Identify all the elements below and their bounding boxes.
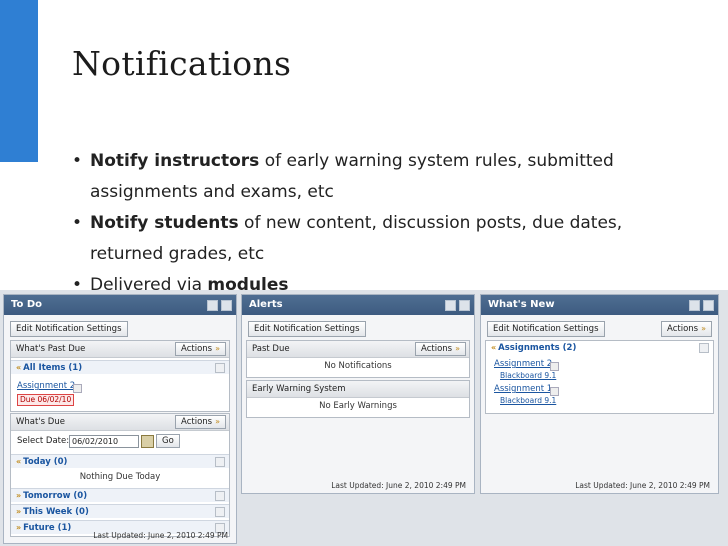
expand-icon: » xyxy=(16,507,22,516)
past-due-box: What's Past Due Actions» «All Items (1) … xyxy=(10,340,230,412)
alerts-module: Alerts Edit Notification Settings Past D… xyxy=(241,294,475,494)
actions-label: Actions xyxy=(181,417,213,427)
group-this-week[interactable]: » This Week (0) xyxy=(11,504,229,518)
alerts-past-due-header: Past Due Actions» xyxy=(247,341,469,358)
todo-header: To Do xyxy=(4,295,236,315)
close-icon[interactable] xyxy=(215,457,225,467)
actions-label: Actions xyxy=(181,344,213,354)
alerts-title: Alerts xyxy=(249,299,283,310)
calendar-icon[interactable] xyxy=(141,435,154,448)
group-label: Tomorrow (0) xyxy=(23,491,88,501)
close-icon[interactable] xyxy=(215,507,225,517)
close-icon[interactable] xyxy=(699,343,709,353)
group-label: This Week (0) xyxy=(23,507,89,517)
whats-due-header: What's Due Actions» xyxy=(11,414,229,431)
early-warning-box: Early Warning System No Early Warnings xyxy=(246,380,470,418)
alerts-header: Alerts xyxy=(242,295,474,315)
last-updated: Last Updated: June 2, 2010 2:49 PM xyxy=(331,481,466,490)
go-button[interactable]: Go xyxy=(156,434,180,448)
actions-label: Actions xyxy=(421,344,453,354)
date-input[interactable]: 06/02/2010 xyxy=(69,435,139,448)
accent-bar-left xyxy=(0,0,38,162)
group-label: Assignments (2) xyxy=(498,343,577,353)
actions-button[interactable]: Actions» xyxy=(415,342,466,356)
expand-icon: » xyxy=(16,523,22,532)
close-icon[interactable] xyxy=(215,363,225,373)
bullet-students: Notify students of new content, discussi… xyxy=(72,208,692,270)
assignments-box: «Assignments (2) Assignment 2 Blackboard… xyxy=(485,340,714,414)
alerts-past-due-box: Past Due Actions» No Notifications xyxy=(246,340,470,378)
modules-screenshot: To Do Edit Notification Settings What's … xyxy=(0,290,728,546)
edit-notification-settings-button[interactable]: Edit Notification Settings xyxy=(248,321,366,337)
assignment-1-link[interactable]: Assignment 1 xyxy=(494,384,552,394)
chevron-down-icon: » xyxy=(215,417,220,426)
course-link[interactable]: Blackboard 9.1 xyxy=(500,396,556,405)
slide-title: Notifications xyxy=(72,44,292,83)
bullet-list: Notify instructors of early warning syst… xyxy=(72,146,692,301)
expand-icon: » xyxy=(16,491,22,500)
group-all-items[interactable]: «All Items (1) xyxy=(11,360,229,374)
whats-new-module: What's New Edit Notification Settings Ac… xyxy=(480,294,719,494)
close-icon[interactable] xyxy=(215,491,225,501)
bullet-instructors: Notify instructors of early warning syst… xyxy=(72,146,692,208)
dismiss-icon[interactable] xyxy=(550,362,559,371)
todo-module: To Do Edit Notification Settings What's … xyxy=(3,294,237,544)
last-updated: Last Updated: June 2, 2010 2:49 PM xyxy=(575,481,710,490)
bullet-bold: Notify students xyxy=(90,213,239,233)
past-due-title: Past Due xyxy=(252,344,290,354)
due-badge: Due 06/02/10 xyxy=(17,394,75,406)
actions-button[interactable]: Actions» xyxy=(175,342,226,356)
actions-button[interactable]: Actions» xyxy=(175,415,226,429)
whats-due-title: What's Due xyxy=(16,417,65,427)
chevron-down-icon: » xyxy=(215,344,220,353)
no-early-warnings-text: No Early Warnings xyxy=(319,401,397,411)
early-warning-header: Early Warning System xyxy=(247,381,469,398)
dismiss-icon[interactable] xyxy=(73,384,82,393)
popout-icon[interactable] xyxy=(689,300,700,311)
group-label: Future (1) xyxy=(23,523,72,533)
popout-icon[interactable] xyxy=(445,300,456,311)
collapse-icon: « xyxy=(491,343,497,352)
collapse-icon: « xyxy=(16,363,22,372)
group-tomorrow[interactable]: » Tomorrow (0) xyxy=(11,488,229,502)
chevron-down-icon: » xyxy=(701,324,706,333)
minimize-icon[interactable] xyxy=(459,300,470,311)
chevron-down-icon: » xyxy=(455,344,460,353)
actions-label: Actions xyxy=(667,324,699,334)
edit-notification-settings-button[interactable]: Edit Notification Settings xyxy=(487,321,605,337)
whats-new-header: What's New xyxy=(481,295,718,315)
select-date-label: Select Date: xyxy=(17,436,70,446)
past-due-header: What's Past Due Actions» xyxy=(11,341,229,358)
bullet-bold: Notify instructors xyxy=(90,151,260,171)
collapse-icon: « xyxy=(16,457,22,466)
group-label: All Items (1) xyxy=(23,363,83,373)
popout-icon[interactable] xyxy=(207,300,218,311)
minimize-icon[interactable] xyxy=(703,300,714,311)
dismiss-icon[interactable] xyxy=(550,387,559,396)
no-notifications-text: No Notifications xyxy=(324,361,392,371)
actions-button[interactable]: Actions» xyxy=(661,321,712,337)
nothing-due-text: Nothing Due Today xyxy=(79,472,161,482)
whats-new-title: What's New xyxy=(488,299,555,310)
group-label: Today (0) xyxy=(23,457,68,467)
assignment-2-link[interactable]: Assignment 2 xyxy=(494,359,552,369)
last-updated: Last Updated: June 2, 2010 2:49 PM xyxy=(93,531,228,540)
assignment-2-link[interactable]: Assignment 2 xyxy=(17,381,75,391)
past-due-title: What's Past Due xyxy=(16,344,86,354)
course-link[interactable]: Blackboard 9.1 xyxy=(500,371,556,380)
minimize-icon[interactable] xyxy=(221,300,232,311)
whats-due-box: What's Due Actions» Select Date: 06/02/2… xyxy=(10,413,230,537)
edit-notification-settings-button[interactable]: Edit Notification Settings xyxy=(10,321,128,337)
todo-title: To Do xyxy=(11,299,43,310)
group-assignments[interactable]: «Assignments (2) xyxy=(486,341,713,354)
group-today[interactable]: «Today (0) xyxy=(11,454,229,468)
